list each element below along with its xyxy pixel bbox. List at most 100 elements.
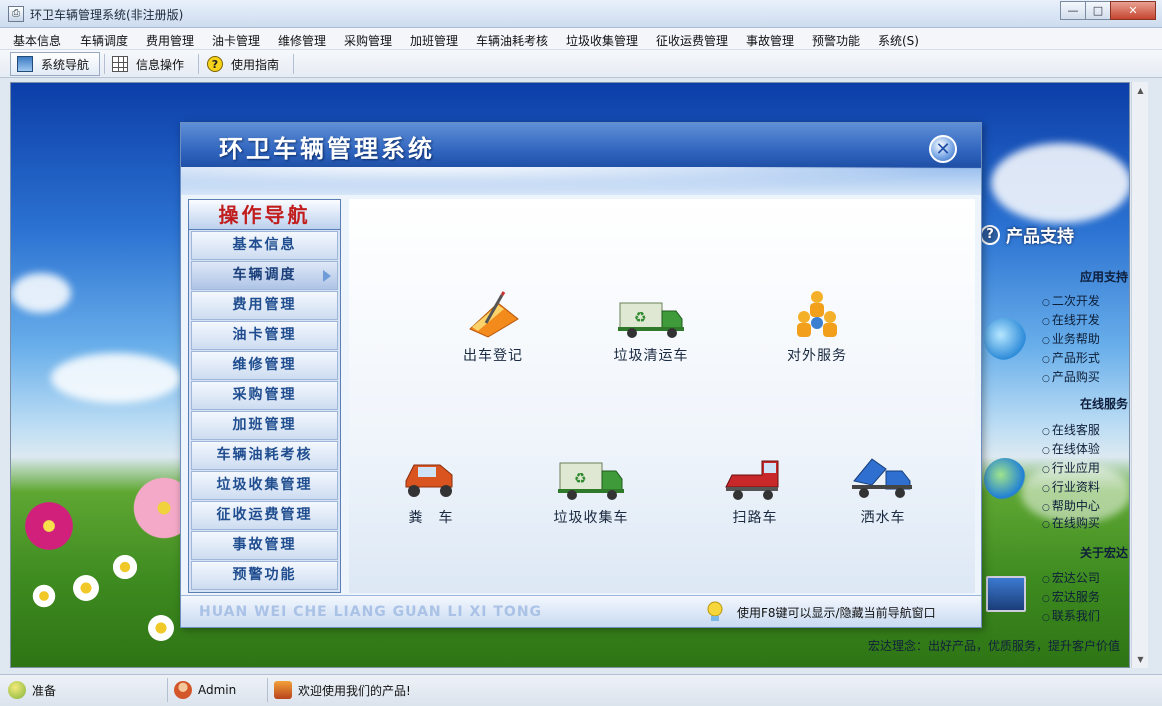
toolbar-system-nav-button[interactable]: 系统导航	[10, 52, 100, 76]
svg-text:♻: ♻	[634, 310, 647, 326]
support-header: ? 产品支持	[980, 222, 1074, 247]
feature-manure-truck[interactable]: 粪 车	[371, 451, 491, 527]
dialog-title: 环卫车辆管理系统	[219, 134, 435, 163]
pinyin-watermark: HUAN WEI CHE LIANG GUAN LI XI TONG	[199, 604, 543, 620]
support-link[interactable]: 业务帮助	[1042, 330, 1100, 347]
menubar: 基本信息 车辆调度 费用管理 油卡管理 维修管理 采购管理 加班管理 车辆油耗考…	[0, 28, 1162, 50]
flower-decoration	[111, 553, 139, 581]
menu-fuel-consumption[interactable]: 车辆油耗考核	[476, 32, 548, 49]
minimize-button[interactable]: —	[1060, 1, 1086, 20]
ready-icon	[8, 681, 26, 699]
scroll-down-arrow-icon[interactable]: ▼	[1132, 651, 1149, 668]
computer-icon	[986, 576, 1026, 612]
feature-label: 洒水车	[860, 510, 906, 526]
nav-item-basic-info[interactable]: 基本信息	[191, 231, 338, 260]
manure-truck-icon	[396, 451, 466, 503]
toolbar-separator	[198, 54, 199, 74]
header-swoosh	[181, 167, 981, 195]
feature-dispatch-register[interactable]: 出车登记	[433, 289, 553, 365]
feature-street-sweeper[interactable]: 扫路车	[695, 451, 815, 527]
flower-decoration	[146, 613, 176, 643]
street-sweeper-icon	[720, 451, 790, 503]
support-link[interactable]: 在线购买	[1042, 514, 1100, 531]
navigation-dialog: 环卫车辆管理系统 ✕ 操作导航 基本信息 车辆调度 费用管理 油卡管理 维修管理…	[180, 122, 982, 628]
company-slogan: 宏达理念：出好产品，优质服务，提升客户价值	[868, 639, 1121, 653]
menu-vehicle-dispatch[interactable]: 车辆调度	[80, 32, 128, 49]
feature-area: 出车登记 ♻ 垃圾清运车 对外服务 粪 车 ♻ 垃圾收集车 扫路车 洒水车	[349, 199, 975, 593]
grid-icon	[112, 56, 128, 72]
menu-basic-info[interactable]: 基本信息	[13, 32, 61, 49]
cloud-decoration	[991, 143, 1129, 223]
menu-accident[interactable]: 事故管理	[746, 32, 794, 49]
menu-freight-collection[interactable]: 征收运费管理	[656, 32, 728, 49]
menu-overtime[interactable]: 加班管理	[410, 32, 458, 49]
scroll-up-arrow-icon[interactable]: ▲	[1132, 82, 1149, 99]
nav-item-fuel-card[interactable]: 油卡管理	[191, 321, 338, 350]
nav-item-maintenance[interactable]: 维修管理	[191, 351, 338, 380]
nav-item-overtime[interactable]: 加班管理	[191, 411, 338, 440]
support-link[interactable]: 产品购买	[1042, 368, 1100, 385]
feature-external-service[interactable]: 对外服务	[757, 289, 877, 365]
menu-fuel-card[interactable]: 油卡管理	[212, 32, 260, 49]
maximize-button[interactable]: □	[1085, 1, 1111, 20]
menu-purchase[interactable]: 采购管理	[344, 32, 392, 49]
support-link[interactable]: 在线开发	[1042, 311, 1100, 328]
flower-decoration	[71, 573, 101, 603]
support-link[interactable]: 联系我们	[1042, 607, 1100, 624]
toolbar-guide-button[interactable]: ? 使用指南	[201, 52, 293, 76]
support-link[interactable]: 二次开发	[1042, 292, 1100, 309]
status-welcome-panel: 欢迎使用我们的产品!	[268, 678, 668, 702]
status-user-panel: Admin	[168, 678, 268, 702]
nav-item-label: 车辆调度	[232, 267, 297, 283]
support-link[interactable]: 在线客服	[1042, 421, 1100, 438]
feature-garbage-truck[interactable]: ♻ 垃圾清运车	[591, 289, 711, 365]
statusbar: 准备 Admin 欢迎使用我们的产品!	[0, 674, 1162, 706]
status-ready: 准备	[32, 683, 57, 698]
dispatch-register-icon	[458, 289, 528, 341]
menu-warning[interactable]: 预警功能	[812, 32, 860, 49]
support-link[interactable]: 宏达公司	[1042, 569, 1100, 586]
dialog-header: 环卫车辆管理系统 ✕	[181, 123, 981, 195]
feature-label: 出车登记	[463, 348, 523, 364]
support-link[interactable]: 行业应用	[1042, 459, 1100, 476]
nav-item-warning[interactable]: 预警功能	[191, 561, 338, 590]
support-link[interactable]: 宏达服务	[1042, 588, 1100, 605]
user-icon	[174, 681, 192, 699]
globe-icon	[984, 458, 1026, 500]
feature-sprinkler-truck[interactable]: 洒水车	[823, 451, 943, 527]
lightbulb-icon	[705, 600, 725, 624]
support-link[interactable]: 行业资料	[1042, 478, 1100, 495]
status-welcome: 欢迎使用我们的产品!	[298, 683, 411, 698]
cloud-decoration	[11, 273, 71, 313]
support-link[interactable]: 产品形式	[1042, 349, 1100, 366]
support-link[interactable]: 帮助中心	[1042, 497, 1100, 514]
nav-item-expense[interactable]: 费用管理	[191, 291, 338, 320]
status-user: Admin	[198, 683, 237, 697]
nav-item-vehicle-dispatch[interactable]: 车辆调度	[191, 261, 338, 290]
vertical-scrollbar[interactable]: ▲ ▼	[1131, 82, 1148, 668]
arrow-right-icon	[984, 318, 1026, 360]
nav-item-freight-collection[interactable]: 征收运费管理	[191, 501, 338, 530]
support-section-app: 应用支持	[1079, 270, 1128, 284]
menu-garbage-collection[interactable]: 垃圾收集管理	[566, 32, 638, 49]
nav-item-fuel-consumption[interactable]: 车辆油耗考核	[191, 441, 338, 470]
external-service-icon	[782, 289, 852, 341]
feature-garbage-collection-truck[interactable]: ♻ 垃圾收集车	[531, 451, 651, 527]
dialog-close-button[interactable]: ✕	[929, 135, 957, 163]
feature-label: 扫路车	[732, 510, 778, 526]
menu-maintenance[interactable]: 维修管理	[278, 32, 326, 49]
menu-system[interactable]: 系统(S)	[878, 32, 919, 49]
nav-item-garbage-collection[interactable]: 垃圾收集管理	[191, 471, 338, 500]
toolbar-separator	[104, 54, 105, 74]
nav-item-purchase[interactable]: 采购管理	[191, 381, 338, 410]
support-link[interactable]: 在线体验	[1042, 440, 1100, 457]
feature-label: 垃圾清运车	[613, 348, 689, 364]
garbage-truck-icon: ♻	[616, 289, 686, 341]
toolbar-separator	[293, 54, 294, 74]
menu-expense[interactable]: 费用管理	[146, 32, 194, 49]
close-button[interactable]: ✕	[1110, 1, 1156, 20]
cloud-decoration	[51, 353, 181, 403]
window-title: 环卫车辆管理系统(非注册版)	[30, 8, 184, 22]
nav-item-accident[interactable]: 事故管理	[191, 531, 338, 560]
toolbar-info-op-button[interactable]: 信息操作	[106, 52, 198, 76]
